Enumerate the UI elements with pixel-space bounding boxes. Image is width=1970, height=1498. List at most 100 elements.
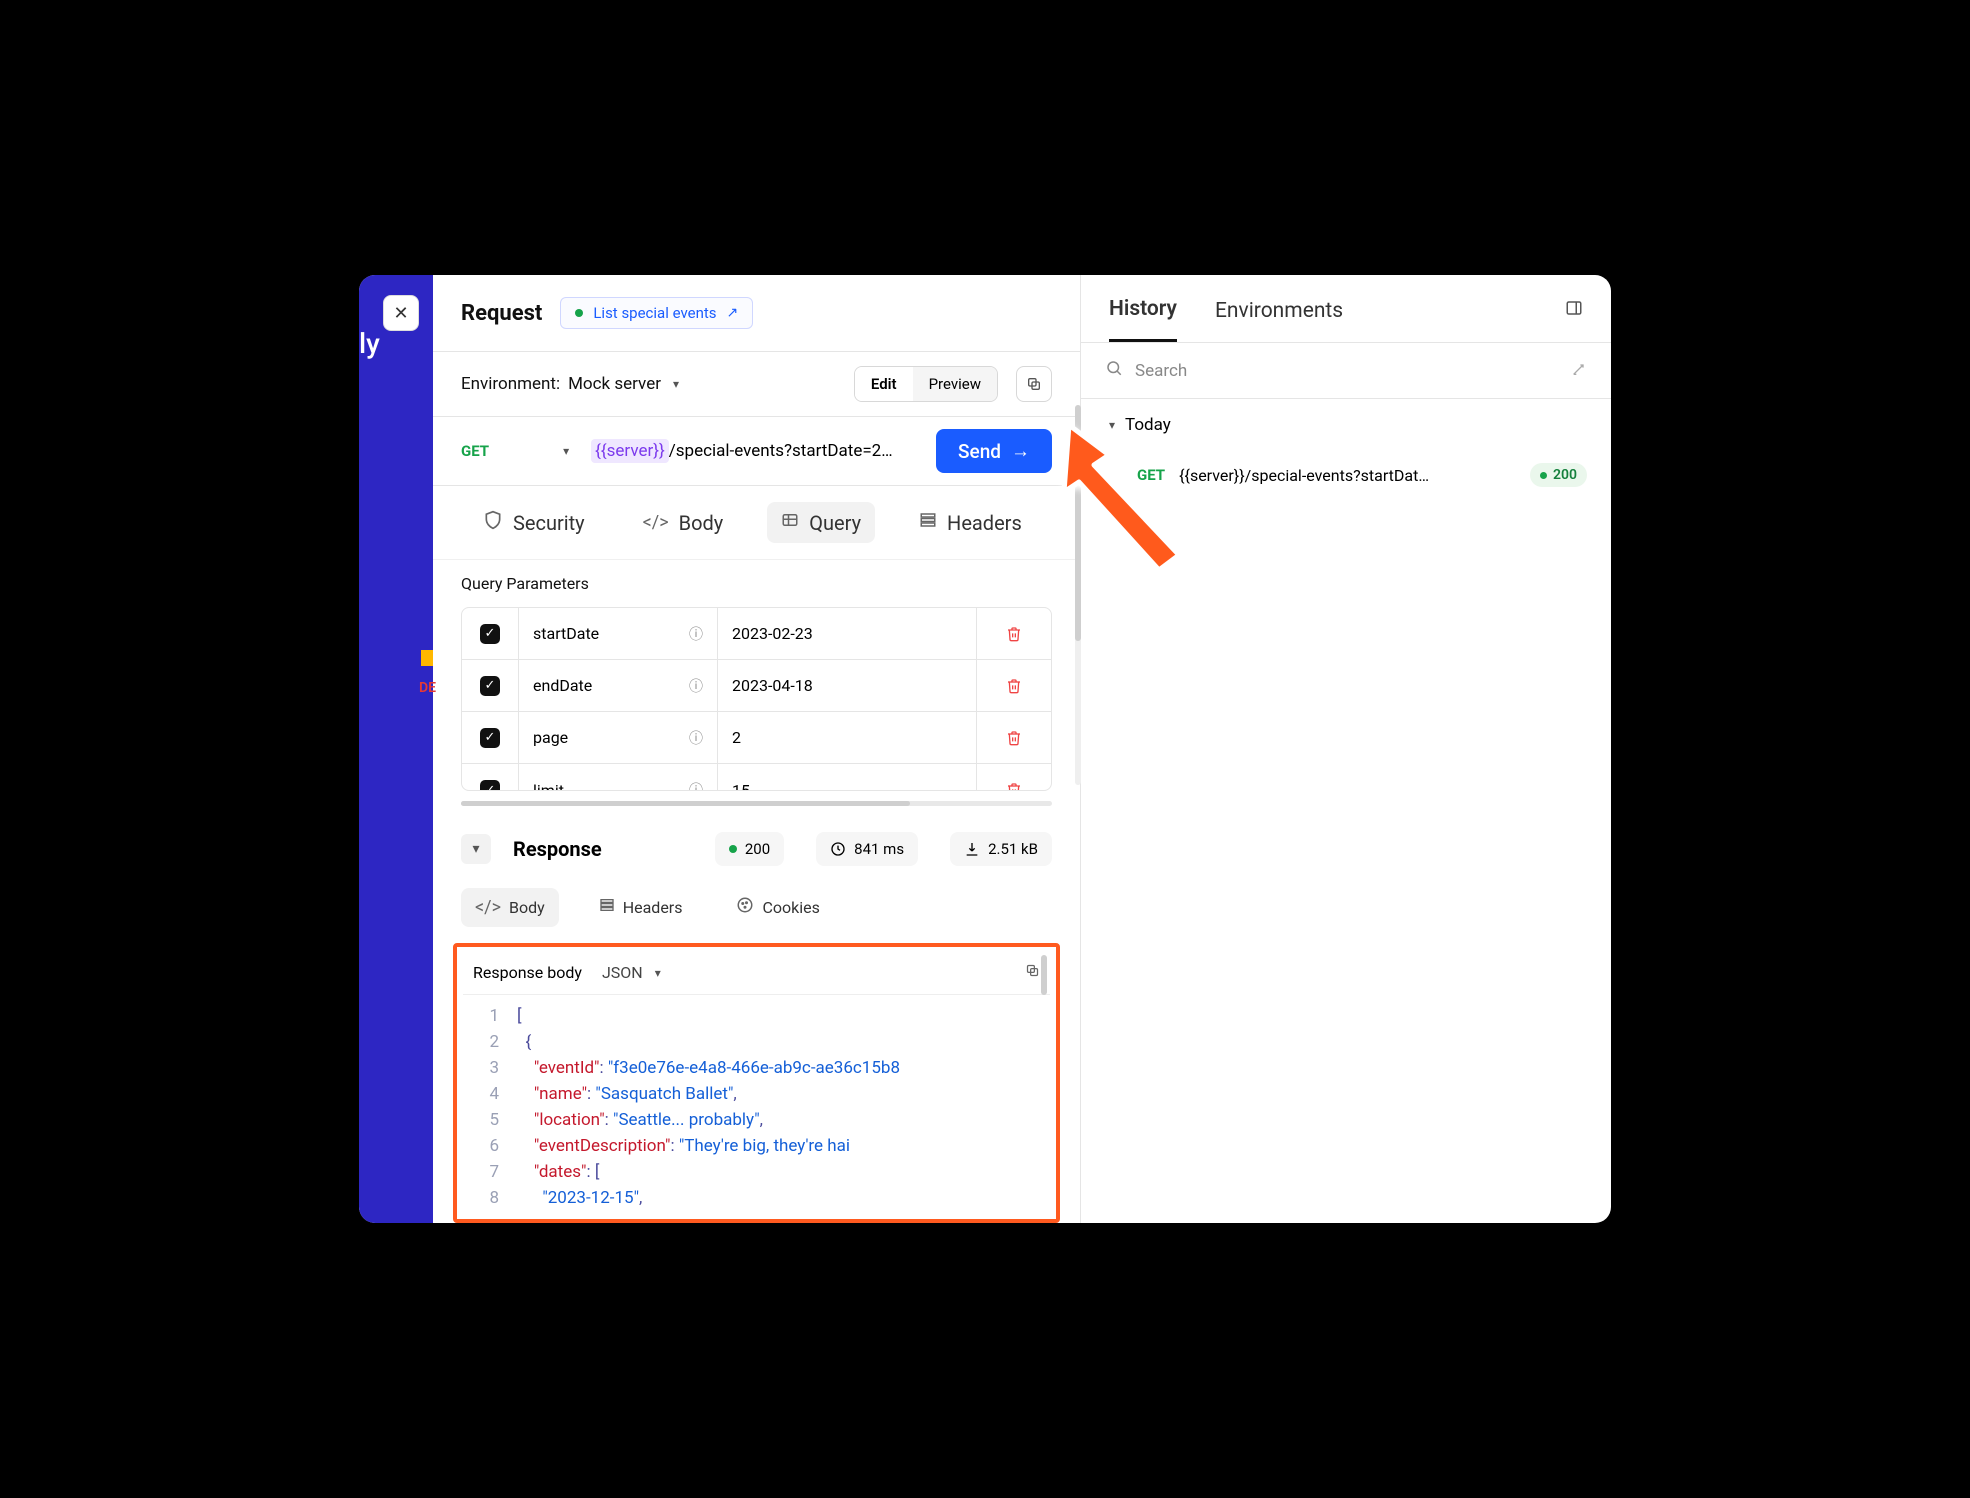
collapse-toggle[interactable]: ▾ xyxy=(461,834,491,864)
info-icon[interactable]: ⓘ xyxy=(689,728,703,748)
brand-fragment: ly xyxy=(359,327,380,360)
edit-preview-toggle: Edit Preview xyxy=(854,366,998,402)
panel-right-icon xyxy=(1565,299,1583,317)
copy-icon xyxy=(1026,376,1042,392)
response-time: 841 ms xyxy=(816,832,918,866)
operation-link[interactable]: List special events xyxy=(593,304,716,322)
url-input[interactable]: {{server}}/special-events?startDate=2… xyxy=(581,433,936,469)
chevron-down-icon: ▾ xyxy=(563,444,569,458)
response-code[interactable]: 1[2 {3 "eventId": "f3e0e76e-e4a8-466e-ab… xyxy=(463,995,1050,1219)
tab-query[interactable]: Query xyxy=(767,502,875,543)
response-tab-cookies[interactable]: Cookies xyxy=(722,888,833,927)
tab-body[interactable]: </> Body xyxy=(629,502,738,543)
nav-fragment-text: DE xyxy=(419,680,436,696)
download-icon xyxy=(964,841,980,857)
checkbox[interactable]: ✓ xyxy=(480,728,500,748)
code-icon: </> xyxy=(475,897,501,918)
http-method: GET xyxy=(461,442,489,460)
arrow-right-icon: → xyxy=(1011,439,1030,463)
history-group-today[interactable]: ▾ Today xyxy=(1081,399,1611,451)
request-panel: Request List special events ↗ Environmen… xyxy=(433,275,1081,1223)
send-button[interactable]: Send → xyxy=(936,429,1052,473)
environment-label: Environment: xyxy=(461,374,560,394)
search-input[interactable] xyxy=(1135,361,1559,381)
response-heading: Response xyxy=(513,837,602,861)
history-item[interactable]: GET {{server}}/special-events?startDat… … xyxy=(1081,451,1611,499)
delete-param-button[interactable] xyxy=(977,678,1051,694)
panel-collapse-button[interactable] xyxy=(1565,299,1583,340)
clear-history-button[interactable] xyxy=(1571,361,1587,381)
copy-icon xyxy=(1025,963,1040,978)
url-variable: {{server}} xyxy=(591,439,669,463)
external-link-icon: ↗ xyxy=(727,305,739,321)
info-icon[interactable]: ⓘ xyxy=(689,780,703,791)
trash-icon xyxy=(1006,626,1022,642)
chevron-down-icon[interactable]: ▾ xyxy=(655,966,661,980)
delete-param-button[interactable] xyxy=(977,730,1051,746)
param-value[interactable]: 2023-04-18 xyxy=(718,660,977,711)
vertical-scrollbar[interactable] xyxy=(1075,405,1081,785)
info-icon[interactable]: ⓘ xyxy=(689,624,703,644)
close-button[interactable]: ✕ xyxy=(383,295,419,331)
checkbox[interactable]: ✓ xyxy=(480,624,500,644)
history-url: {{server}}/special-events?startDat… xyxy=(1179,466,1516,485)
param-value[interactable]: 15 xyxy=(718,764,977,791)
environment-value[interactable]: Mock server xyxy=(568,374,661,394)
param-name[interactable]: pageⓘ xyxy=(518,712,718,763)
param-value[interactable]: 2023-02-23 xyxy=(718,608,977,659)
delete-param-button[interactable] xyxy=(977,782,1051,791)
tab-environments[interactable]: Environments xyxy=(1215,299,1343,341)
response-format-select[interactable]: JSON xyxy=(602,963,643,982)
param-name[interactable]: startDateⓘ xyxy=(518,608,718,659)
param-name[interactable]: limitⓘ xyxy=(518,764,718,791)
code-icon: </> xyxy=(643,512,669,533)
headers-icon xyxy=(919,511,937,534)
copy-button[interactable] xyxy=(1016,366,1052,402)
app-sidebar: ✕ ly DE xyxy=(359,275,433,1223)
query-params-heading: Query Parameters xyxy=(433,560,1080,607)
search-icon xyxy=(1105,359,1123,382)
checkbox[interactable]: ✓ xyxy=(480,780,500,791)
page-title: Request xyxy=(461,301,542,326)
tab-headers[interactable]: Headers xyxy=(905,502,1036,543)
response-size: 2.51 kB xyxy=(950,832,1052,866)
method-selector[interactable]: GET ▾ xyxy=(461,442,581,460)
param-value[interactable]: 2 xyxy=(718,712,977,763)
side-panel: History Environments ▾ Today xyxy=(1081,275,1611,1223)
edit-button[interactable]: Edit xyxy=(855,367,913,401)
param-name[interactable]: endDateⓘ xyxy=(518,660,718,711)
copy-response-button[interactable] xyxy=(1025,963,1040,982)
tab-security[interactable]: Security xyxy=(469,502,599,543)
horizontal-scrollbar[interactable] xyxy=(461,801,1052,806)
delete-param-button[interactable] xyxy=(977,626,1051,642)
history-method: GET xyxy=(1137,466,1165,484)
status-dot-icon xyxy=(1540,472,1547,479)
history-status-badge: 200 xyxy=(1530,463,1587,487)
query-params-table: ✓ startDateⓘ2023-02-23 ✓ endDateⓘ2023-04-18… xyxy=(461,607,1052,791)
response-tab-body[interactable]: </> Body xyxy=(461,888,559,927)
shield-icon xyxy=(483,510,503,535)
param-row: ✓ endDateⓘ2023-04-18 xyxy=(462,660,1051,712)
clock-icon xyxy=(830,841,846,857)
headers-icon xyxy=(599,897,615,918)
tab-history[interactable]: History xyxy=(1109,297,1177,342)
chevron-down-icon[interactable]: ▾ xyxy=(673,377,679,391)
trash-icon xyxy=(1006,782,1022,791)
response-body-label: Response body xyxy=(473,963,582,982)
response-scrollbar[interactable] xyxy=(1041,955,1047,995)
table-icon xyxy=(781,511,799,534)
info-icon[interactable]: ⓘ xyxy=(689,676,703,696)
param-row: ✓ limitⓘ15 xyxy=(462,764,1051,791)
checkbox[interactable]: ✓ xyxy=(480,676,500,696)
status-badge: 200 xyxy=(715,832,784,866)
response-tab-headers[interactable]: Headers xyxy=(585,888,697,927)
param-row: ✓ startDateⓘ2023-02-23 xyxy=(462,608,1051,660)
operation-chip[interactable]: List special events ↗ xyxy=(560,297,753,329)
param-row: ✓ pageⓘ2 xyxy=(462,712,1051,764)
trash-icon xyxy=(1006,730,1022,746)
preview-button[interactable]: Preview xyxy=(913,367,997,401)
response-body-box: Response body JSON ▾ 1[2 {3 "eventId": "… xyxy=(453,943,1060,1223)
status-dot-icon xyxy=(729,845,737,853)
trash-icon xyxy=(1006,678,1022,694)
cookie-icon xyxy=(736,896,754,919)
